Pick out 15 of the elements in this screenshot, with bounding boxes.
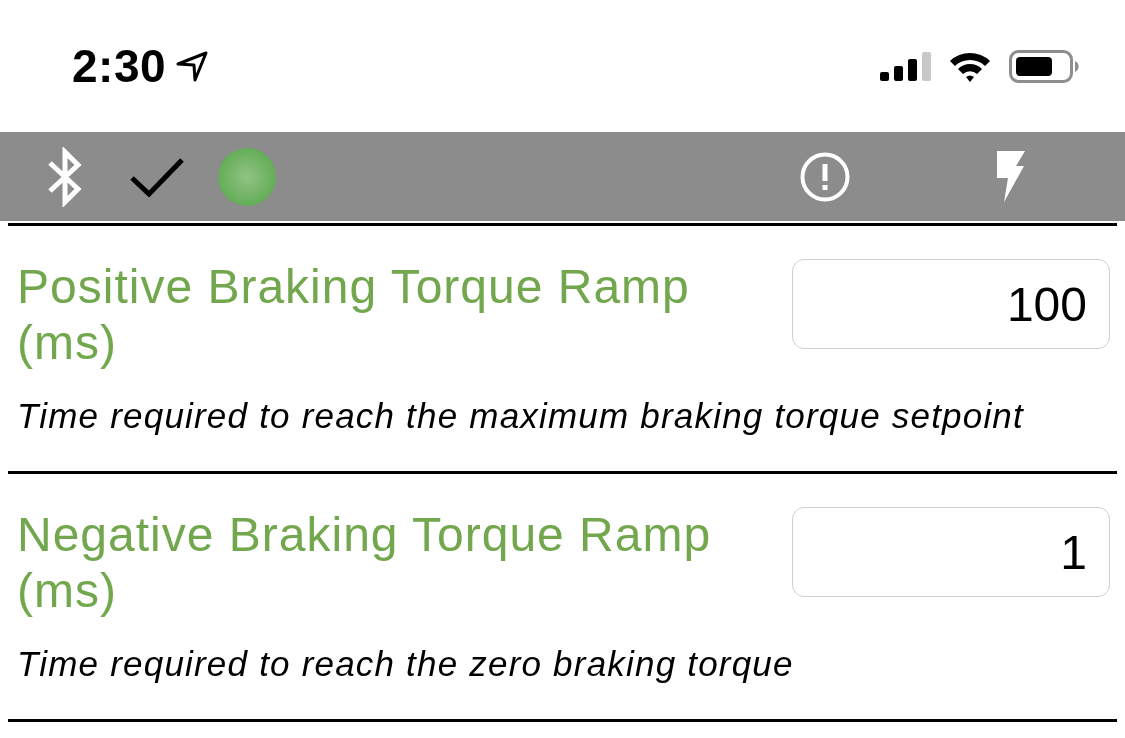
setting-description: Time required to reach the maximum braking torque setpoint	[17, 395, 1025, 437]
status-dot-icon	[218, 147, 276, 206]
battery-icon	[1009, 49, 1080, 83]
setting-title: Positive Braking Torque Ramp (ms)	[17, 259, 691, 371]
value-field[interactable]: 1	[792, 507, 1110, 597]
alert-icon[interactable]	[800, 151, 850, 202]
value-field[interactable]: 100	[792, 259, 1110, 349]
signal-icon	[880, 51, 931, 81]
setting-description: Time required to reach the zero braking torque	[17, 643, 795, 685]
checkmark-icon	[130, 156, 184, 197]
clock-time: 2:30	[72, 43, 167, 89]
lightning-icon[interactable]	[995, 151, 1025, 202]
wifi-icon	[948, 50, 992, 82]
location-arrow-icon	[176, 50, 209, 82]
setting-title: Negative Braking Torque Ramp (ms)	[17, 507, 713, 619]
